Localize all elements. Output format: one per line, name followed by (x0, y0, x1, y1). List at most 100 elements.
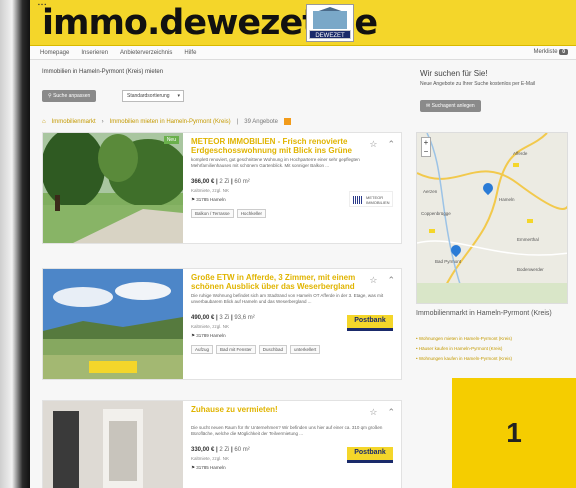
listing-card[interactable]: Große ETW in Afferde, 3 Zimmer, mit eine… (42, 268, 402, 380)
listing-location-text: 31789 Hameln (196, 333, 226, 338)
create-agent-button[interactable]: ✉ Suchagent anlegen (420, 100, 481, 112)
browser-page: ▪ ▪ ▪ immo.dewezet.de DEWEZET Homepage I… (30, 0, 576, 488)
listing-rooms: 3 Zi (219, 315, 230, 321)
map-label: Coppenbrügge (421, 211, 451, 216)
logo-tag: DEWEZET (309, 30, 351, 39)
map-label: Aerzen (423, 189, 438, 194)
listing-tags: Balkon / Terrasse Hochkeller (191, 209, 266, 218)
listing-location: ⚑ 31785 Hameln (191, 465, 226, 471)
chevron-up-icon[interactable]: ⌃ (387, 275, 395, 286)
listing-facts: 330,00 € | 2 Zi | 60 m² (191, 447, 250, 453)
listing-location-text: 31785 Hameln (196, 465, 226, 470)
agent-text: Neue Angebote zu Ihrer Suche kostenlos p… (420, 81, 536, 87)
step-number-badge: 1 (452, 378, 576, 488)
star-icon[interactable]: ☆ (369, 407, 377, 418)
map-label: Emmerthal (517, 237, 539, 242)
listing-tag: Balkon / Terrasse (191, 209, 234, 218)
listing-title[interactable]: METEOR IMMOBILIEN - Frisch renovierte Er… (191, 137, 361, 155)
chevron-down-icon: ▾ (177, 93, 180, 99)
listing-location: ⚑ 31785 Hameln (191, 197, 226, 203)
listing-rooms: 2 Zi (219, 179, 230, 185)
map-label: Bodenwerder (517, 267, 544, 272)
chevron-up-icon[interactable]: ⌃ (387, 407, 395, 418)
listing-facts: 366,00 € | 2 Zi | 60 m² (191, 179, 250, 185)
nav-item-hilfe[interactable]: Hilfe (184, 50, 196, 56)
results-map[interactable]: + − Afferde Hameln Bad Pyrmont Bodenwerd… (416, 132, 568, 304)
new-badge: Neu (163, 136, 179, 144)
agent-logo[interactable]: Postbank (347, 315, 393, 331)
create-agent-label: Suchagent anlegen (431, 103, 475, 109)
brand-header: ▪ ▪ ▪ immo.dewezet.de DEWEZET (30, 0, 576, 46)
listing-location: ⚑ 31789 Hameln (191, 333, 226, 339)
listing-desc: Die sucht neuen Raum für Ihr Unternehmen… (191, 425, 383, 436)
listing-tag: Aufzug (191, 345, 214, 354)
dewezet-logo-icon: DEWEZET (306, 4, 354, 42)
breadcrumb-home[interactable]: Immobilienmarkt (52, 119, 96, 125)
listing-title[interactable]: Große ETW in Afferde, 3 Zimmer, mit eine… (191, 273, 361, 291)
listing-actions: ☆ ⌃ (369, 139, 395, 150)
home-icon: ⌂ (42, 118, 46, 125)
listing-card[interactable]: Zuhause zu vermieten! Die sucht neuen Ra… (42, 400, 402, 488)
adjust-search-button[interactable]: ⚲ Suche anpassen (42, 90, 97, 102)
listing-photo[interactable]: Neu (43, 133, 183, 243)
listing-area: 93,6 m² (234, 315, 255, 321)
listing-price-note: Kaltmiete, zzgl. NK (191, 456, 230, 461)
agent-title: Wir suchen für Sie! (420, 69, 488, 78)
search-area: Immobilien in Hameln-Pyrmont (Kreis) mie… (30, 60, 576, 122)
sort-value: Standardsortierung (127, 93, 170, 99)
star-icon[interactable]: ☆ (369, 275, 377, 286)
result-count: 39 Angebote (244, 118, 278, 125)
device-frame (0, 0, 30, 488)
search-title: Immobilien in Hameln-Pyrmont (Kreis) mie… (42, 69, 164, 75)
listing-price-note: Kaltmiete, zzgl. NK (191, 324, 230, 329)
zoom-in-icon[interactable]: + (422, 138, 430, 147)
listing-tag: unterkellert (290, 345, 321, 354)
listing-actions: ☆ ⌃ (369, 275, 395, 286)
agent-logo[interactable]: Postbank (347, 447, 393, 463)
listing-desc: Die ruhige Wohnung befindet sich am Stad… (191, 293, 384, 304)
listing-card[interactable]: Neu METEOR IMMOBILIEN - Frisch renoviert… (42, 132, 402, 244)
zoom-controls[interactable]: + − (421, 137, 431, 157)
listing-tags: Aufzug Bad mit Fenster Duschbad unterkel… (191, 345, 321, 354)
listing-price: 330,00 € (191, 447, 215, 453)
nav-item-inserieren[interactable]: Inserieren (81, 50, 108, 56)
breadcrumb: ⌂ Immobilienmarkt › Immobilien mieten in… (42, 118, 291, 125)
listing-rooms: 2 Zi (219, 447, 230, 453)
listing-area: 60 m² (234, 179, 250, 185)
listing-location-text: 31785 Hameln (196, 197, 226, 202)
sidebar-link[interactable]: Wohnungen kaufen in Hameln-Pyrmont (Krei… (416, 356, 566, 361)
map-label: Afferde (513, 151, 528, 156)
chevron-up-icon[interactable]: ⌃ (387, 139, 395, 150)
listing-tag: Bad mit Fenster (216, 345, 256, 354)
nav-item-anbieter[interactable]: Anbieterverzeichnis (120, 50, 172, 56)
listing-photo[interactable] (43, 269, 183, 379)
listing-price-note: Kaltmiete, zzgl. NK (191, 188, 230, 193)
listing-area: 60 m² (234, 447, 250, 453)
star-icon[interactable]: ☆ (369, 139, 377, 150)
sidebar-link[interactable]: Wohnungen mieten in Hameln-Pyrmont (Krei… (416, 336, 566, 341)
map-label: Bad Pyrmont (435, 259, 462, 264)
sidebar-heading: Immobilienmarkt in Hameln-Pyrmont (Kreis… (416, 310, 552, 317)
zoom-out-icon[interactable]: − (422, 147, 430, 156)
adjust-search-label: Suche anpassen (53, 93, 91, 99)
listing-tag: Duschbad (258, 345, 288, 354)
listing-actions: ☆ ⌃ (369, 407, 395, 418)
listing-facts: 490,00 € | 3 Zi | 93,6 m² (191, 315, 255, 321)
listing-price: 490,00 € (191, 315, 215, 321)
breadcrumb-current[interactable]: Immobilien mieten in Hameln-Pyrmont (Kre… (110, 119, 231, 125)
sidebar-link[interactable]: Häuser kaufen in Hameln-Pyrmont (Kreis) (416, 346, 566, 351)
rss-icon[interactable] (283, 118, 291, 125)
merkliste-label: Merkliste (533, 49, 558, 55)
listing-tag: Hochkeller (236, 209, 266, 218)
merkliste-link[interactable]: Merkliste 0 (534, 49, 568, 55)
listing-price: 366,00 € (191, 179, 215, 185)
map-label: Hameln (499, 197, 515, 202)
merkliste-count: 0 (559, 49, 568, 55)
listing-title[interactable]: Zuhause zu vermieten! (191, 405, 361, 414)
listing-desc: komplett renoviert, gut geschnittene Woh… (191, 157, 360, 168)
agent-logo[interactable]: METEOR IMMOBILIEN (349, 191, 393, 207)
sort-select[interactable]: Standardsortierung ▾ (122, 90, 184, 102)
nav-item-homepage[interactable]: Homepage (40, 50, 69, 56)
listing-photo[interactable] (43, 401, 183, 488)
main-nav: Homepage Inserieren Anbieterverzeichnis … (30, 46, 576, 60)
